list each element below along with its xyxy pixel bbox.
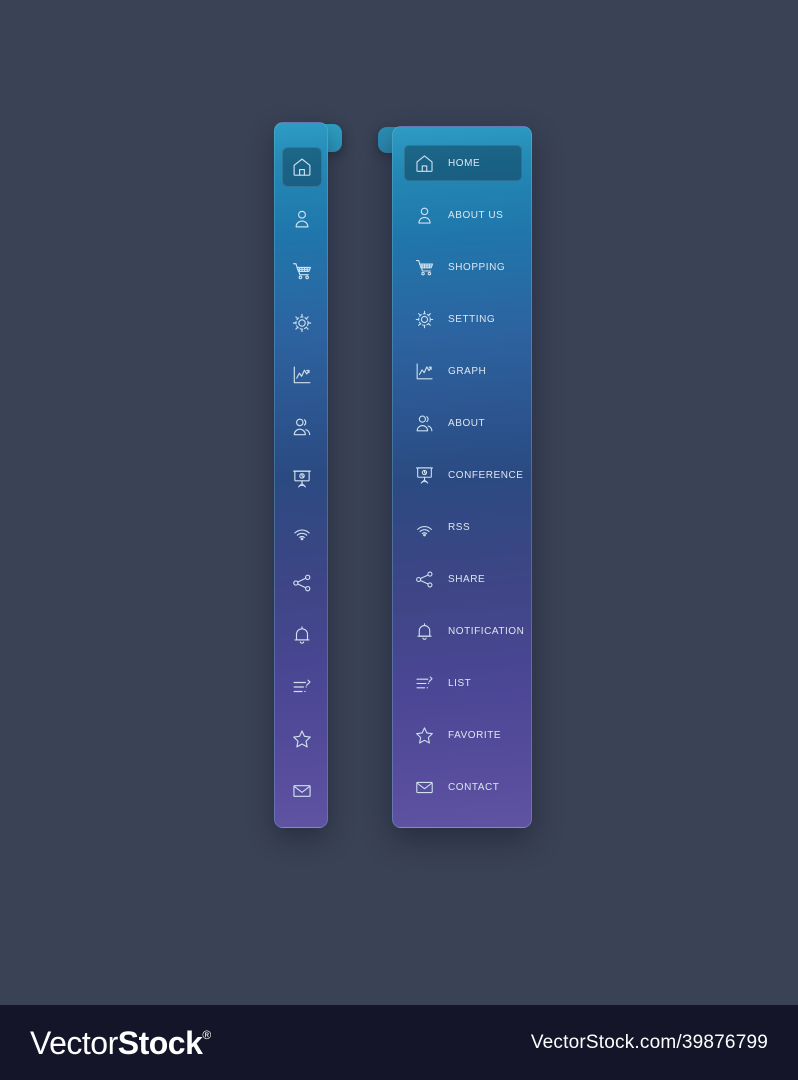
rail-item-share[interactable] [282,563,322,603]
rss-icon [291,520,313,542]
home-icon [411,150,437,176]
user-icon [291,208,313,230]
menu-item-home[interactable]: HOME [404,145,522,181]
menu-item-label: CONTACT [448,781,500,793]
menu-item-label: SETTING [448,313,496,325]
mail-icon [291,780,313,802]
list-icon [411,670,437,696]
expanded-sidebar: HOME ABOUT US SHOPPING SETTING GRAPH ABOUT CON… [392,126,532,828]
rss-icon [411,514,437,540]
expanded-sidebar-surface: HOME ABOUT US SHOPPING SETTING GRAPH ABOUT CON… [393,127,531,827]
share-icon [411,566,437,592]
rail-item-mail[interactable] [282,771,322,811]
menu-item-notification[interactable]: NOTIFICATION [404,613,525,649]
rail-item-home[interactable] [282,147,322,187]
star-icon [291,728,313,750]
mail-icon [411,774,437,800]
rail-item-shopping-cart[interactable] [282,251,322,291]
menu-item-label: FAVORITE [448,729,502,741]
menu-item-label: GRAPH [448,365,487,377]
star-icon [411,722,437,748]
share-icon [291,572,313,594]
bell-icon [411,618,437,644]
rail-item-list[interactable] [282,667,322,707]
rail-item-rss[interactable] [282,511,322,551]
conference-icon [291,468,313,490]
brand-stock: Stock [117,1024,203,1061]
home-icon [291,156,313,178]
menu-item-label: SHOPPING [448,261,506,273]
menu-item-label: ABOUT US [448,209,504,221]
icon-rail [275,123,327,827]
rail-item-star[interactable] [282,719,322,759]
watermark-footer: Vector Stock ® VectorStock.com/39876799 [0,1005,798,1080]
watermark-url: VectorStock.com/39876799 [530,1031,768,1053]
menu-item-about-us[interactable]: ABOUT US [404,197,522,233]
rail-item-users[interactable] [282,407,322,447]
canvas: » « HOMEABOUT USSHOPPINGSETTINGGRAPHABOU… [0,0,798,1005]
users-icon [411,410,437,436]
shopping-cart-icon [291,260,313,282]
menu-item-conference[interactable]: CONFERENCE [404,457,524,493]
gear-icon [291,312,313,334]
menu-item-label: SHARE [448,573,486,585]
menu-item-graph[interactable]: GRAPH [404,353,522,389]
vectorstock-logo: Vector Stock ® [30,1027,211,1059]
graph-icon [411,358,437,384]
user-icon [411,202,437,228]
rail-item-bell[interactable] [282,615,322,655]
menu-item-label: CONFERENCE [448,469,524,481]
shopping-cart-icon [411,254,437,280]
menu-item-label: LIST [448,677,472,689]
brand-vector: Vector [30,1024,118,1061]
list-icon [291,676,313,698]
menu-item-contact[interactable]: CONTACT [404,769,522,805]
menu-item-about[interactable]: ABOUT [404,405,522,441]
gear-icon [411,306,437,332]
users-icon [291,416,313,438]
collapsed-sidebar-surface [275,123,327,827]
menu-item-shopping[interactable]: SHOPPING [404,249,522,285]
rail-item-user[interactable] [282,199,322,239]
bell-icon [291,624,313,646]
menu-item-share[interactable]: SHARE [404,561,522,597]
menu-item-favorite[interactable]: FAVORITE [404,717,522,753]
menu-item-setting[interactable]: SETTING [404,301,522,337]
menu-item-label: HOME [448,157,481,169]
registered-mark: ® [202,1027,212,1042]
menu-item-label: ABOUT [448,417,486,429]
rail-item-conference[interactable] [282,459,322,499]
navigation-menu: HOME ABOUT US SHOPPING SETTING GRAPH ABOUT CON… [393,127,531,821]
rail-item-graph[interactable] [282,355,322,395]
menu-item-label: NOTIFICATION [448,625,525,637]
menu-item-label: RSS [448,521,471,533]
collapsed-sidebar [274,122,328,828]
rail-item-gear[interactable] [282,303,322,343]
conference-icon [411,462,437,488]
menu-item-rss[interactable]: RSS [404,509,522,545]
menu-item-list[interactable]: LIST [404,665,522,701]
graph-icon [291,364,313,386]
